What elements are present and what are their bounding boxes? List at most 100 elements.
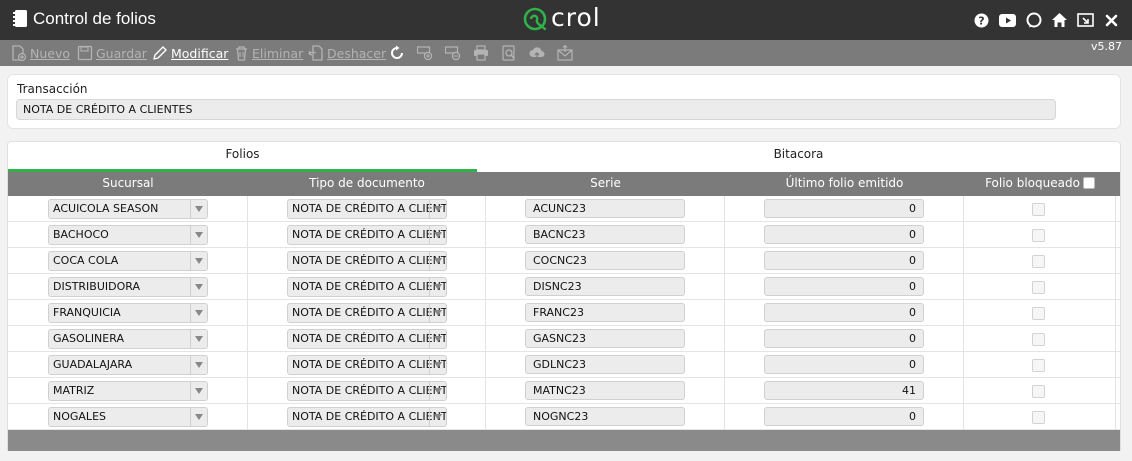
remove-row-icon[interactable] [445,45,461,61]
folio-bloqueado-checkbox[interactable] [1032,411,1045,424]
cell-sucursal: NOGALES [8,404,248,430]
folio-bloqueado-checkbox[interactable] [1032,385,1045,398]
add-row-icon[interactable] [417,45,433,61]
home-icon[interactable] [1051,12,1068,29]
serie-field[interactable]: BACNC23 [525,225,685,244]
folio-bloqueado-checkbox[interactable] [1032,307,1045,320]
tipo-documento-select[interactable]: NOTA DE CRÉDITO A CLIENTES [287,407,447,427]
ultimo-folio-field[interactable]: 0 [764,277,924,296]
sucursal-select[interactable]: DISTRIBUIDORA [48,277,208,297]
folio-bloqueado-checkbox[interactable] [1032,281,1045,294]
chevron-down-icon[interactable] [190,356,207,374]
serie-field[interactable]: GASNC23 [525,329,685,348]
sucursal-select[interactable]: BACHOCO [48,225,208,245]
chevron-down-icon[interactable] [429,304,446,322]
youtube-icon[interactable] [999,12,1016,29]
folio-bloqueado-checkbox[interactable] [1032,333,1045,346]
ultimo-folio-field[interactable]: 0 [764,303,924,322]
tipo-documento-select[interactable]: NOTA DE CRÉDITO A CLIENTES [287,277,447,297]
sucursal-value: FRANQUICIA [53,306,121,319]
sucursal-value: GASOLINERA [53,332,124,345]
trash-icon [236,46,247,61]
serie-field[interactable]: GDLNC23 [525,355,685,374]
tipo-documento-select[interactable]: NOTA DE CRÉDITO A CLIENTES [287,303,447,323]
chevron-down-icon[interactable] [429,408,446,426]
column-header-sucursal[interactable]: Sucursal [8,172,248,196]
serie-field[interactable]: DISNC23 [525,277,685,296]
sucursal-select[interactable]: FRANQUICIA [48,303,208,323]
chevron-down-icon[interactable] [429,252,446,270]
select-all-checkbox[interactable] [1082,177,1095,189]
serie-field[interactable]: COCNC23 [525,251,685,270]
cell-serie: MATNC23 [486,378,725,404]
chevron-down-icon[interactable] [190,382,207,400]
chevron-down-icon[interactable] [429,226,446,244]
folio-bloqueado-checkbox[interactable] [1032,203,1045,216]
new-button[interactable]: Nuevo [10,44,70,62]
chevron-down-icon[interactable] [190,304,207,322]
serie-field[interactable]: MATNC23 [525,381,685,400]
tipo-documento-select[interactable]: NOTA DE CRÉDITO A CLIENTES [287,355,447,375]
sucursal-select[interactable]: MATRIZ [48,381,208,401]
ultimo-folio-field[interactable]: 0 [764,199,924,218]
tab-bitacora[interactable]: Bitacora [477,142,1120,172]
cell-tipo-documento: NOTA DE CRÉDITO A CLIENTES [248,274,486,300]
transaction-field[interactable]: NOTA DE CRÉDITO A CLIENTES [16,99,1056,120]
chevron-down-icon[interactable] [190,200,207,218]
sucursal-select[interactable]: GUADALAJARA [48,355,208,375]
chevron-down-icon[interactable] [429,382,446,400]
print-icon[interactable] [473,45,489,61]
ultimo-folio-field[interactable]: 0 [764,251,924,270]
refresh-icon[interactable] [389,45,405,61]
tipo-documento-select[interactable]: NOTA DE CRÉDITO A CLIENTES [287,199,447,219]
ultimo-folio-field[interactable]: 0 [764,355,924,374]
delete-button[interactable]: Eliminar [234,44,303,62]
sucursal-select[interactable]: GASOLINERA [48,329,208,349]
ultimo-folio-field[interactable]: 0 [764,225,924,244]
grid-body: ACUICOLA SEASON NOTA DE CRÉDITO A CLIENTE… [8,196,1120,430]
chevron-down-icon[interactable] [190,408,207,426]
serie-field[interactable]: ACUNC23 [525,199,685,218]
cloud-upload-icon[interactable] [529,45,545,61]
chat-icon[interactable] [1025,12,1042,29]
chevron-down-icon[interactable] [190,226,207,244]
close-icon[interactable] [1103,12,1120,29]
help-icon[interactable]: ? [973,12,990,29]
chevron-down-icon[interactable] [190,278,207,296]
ultimo-folio-field[interactable]: 0 [764,407,924,426]
popout-icon[interactable] [1077,12,1094,29]
cell-serie: GASNC23 [486,326,725,352]
chevron-down-icon[interactable] [429,278,446,296]
tipo-documento-select[interactable]: NOTA DE CRÉDITO A CLIENTES [287,225,447,245]
chevron-down-icon[interactable] [190,252,207,270]
email-icon[interactable] [557,45,573,61]
chevron-down-icon[interactable] [429,330,446,348]
chevron-down-icon[interactable] [429,356,446,374]
folio-bloqueado-checkbox[interactable] [1032,229,1045,242]
column-header-ultimo-folio[interactable]: Último folio emitido [725,172,964,196]
tipo-documento-select[interactable]: NOTA DE CRÉDITO A CLIENTES [287,329,447,349]
sucursal-select[interactable]: ACUICOLA SEASON [48,199,208,219]
tab-folios[interactable]: Folios [8,142,477,172]
save-button[interactable]: Guardar [77,44,147,62]
undo-button[interactable]: Deshacer [308,44,386,62]
serie-field[interactable]: NOGNC23 [525,407,685,426]
column-header-serie[interactable]: Serie [486,172,725,196]
chevron-down-icon[interactable] [429,200,446,218]
folio-bloqueado-checkbox[interactable] [1032,255,1045,268]
print-preview-icon[interactable] [501,45,517,61]
sucursal-select[interactable]: NOGALES [48,407,208,427]
sucursal-select[interactable]: COCA COLA [48,251,208,271]
tipo-documento-select[interactable]: NOTA DE CRÉDITO A CLIENTES [287,251,447,271]
sucursal-value: GUADALAJARA [53,358,133,371]
ultimo-folio-field[interactable]: 0 [764,329,924,348]
chevron-down-icon[interactable] [190,330,207,348]
sucursal-value: COCA COLA [53,254,119,267]
modify-button[interactable]: Modificar [152,44,228,62]
ultimo-folio-field[interactable]: 41 [764,381,924,400]
folio-bloqueado-checkbox[interactable] [1032,359,1045,372]
tipo-documento-select[interactable]: NOTA DE CRÉDITO A CLIENTES [287,381,447,401]
serie-field[interactable]: FRANC23 [525,303,685,322]
column-header-tipo-documento[interactable]: Tipo de documento [248,172,486,196]
tipo-documento-value: NOTA DE CRÉDITO A CLIENTES [292,332,447,345]
